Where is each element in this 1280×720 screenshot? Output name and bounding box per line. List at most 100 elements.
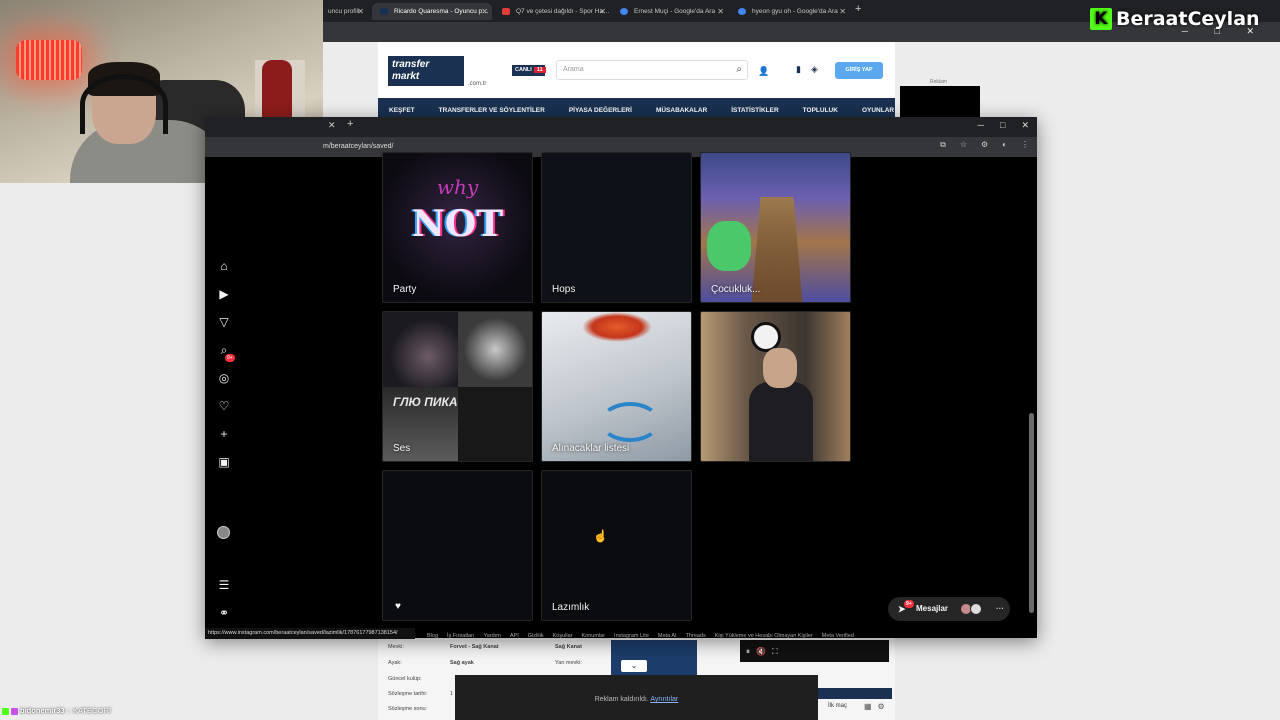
collection-label: Party (393, 284, 417, 295)
search-icon[interactable]: ⌕ (216, 342, 232, 358)
close-window-icon[interactable]: ✕ (1021, 120, 1029, 131)
detail-value: Sağ ayak (450, 660, 474, 666)
ad-removed-text: Reklam kaldırıldı. (594, 696, 649, 703)
mouse-pointer-icon: ☝ (593, 529, 608, 543)
background-tab[interactable]: Q7 ve çetesi dağıldı - Spor Ha… ✕ (494, 3, 610, 20)
ad-box[interactable] (900, 86, 980, 118)
background-tab-active[interactable]: Ricardo Quaresma - Oyuncu p… ✕ (372, 3, 492, 20)
close-icon[interactable]: ✕ (599, 3, 606, 20)
collection-party[interactable]: why NOT Party (382, 152, 533, 303)
detail-value: 1 (450, 691, 454, 697)
badge-icon (2, 707, 9, 715)
maximize-icon[interactable]: □ (1000, 120, 1005, 131)
bookmark-star-icon[interactable]: ☆ (960, 140, 967, 150)
ses-cover-4 (458, 387, 532, 461)
category-label: KATEGORİ (72, 706, 112, 715)
notifications-icon[interactable]: ♡ (216, 398, 232, 414)
nav-item[interactable]: PİYASA DEĞERLERİ (569, 107, 632, 114)
nav-item[interactable]: TOPLULUK (803, 107, 838, 114)
chevron-down-icon[interactable]: ⌄ (621, 660, 647, 672)
tab-title: hyeon gyu oh - Google'da Ara (752, 8, 838, 15)
video-player-controls[interactable]: ⏸🔇⛶ (740, 640, 889, 662)
footer-link[interactable]: Instagram Lite (614, 633, 649, 639)
dashboard-icon[interactable]: ▣ (216, 454, 232, 470)
scrollbar-thumb[interactable] (1029, 413, 1034, 613)
collection-hops[interactable]: Hops (541, 152, 692, 303)
tab-title: Ernest Muçi - Google'da Ara (634, 8, 716, 15)
background-tab[interactable]: hyeon gyu oh - Google'da Ara ✕ (730, 3, 850, 20)
nav-item[interactable]: TRANSFERLER VE SÖYLENTİLER (439, 107, 545, 114)
threads-icon[interactable]: ⚭ (216, 605, 232, 621)
collection-alinacaklar[interactable]: Alınacaklar listesi (541, 311, 692, 462)
profile-avatar[interactable] (217, 526, 230, 539)
close-icon[interactable]: ✕ (717, 3, 724, 20)
explore-icon[interactable]: ◎ (216, 370, 232, 386)
detail-value: Forvet - Sağ Kanat (450, 644, 499, 650)
live-badge[interactable]: CANLI 11 (512, 65, 546, 76)
transfermarkt-logo[interactable]: transfer markt .com.tr (388, 56, 486, 87)
install-app-icon[interactable]: ⧉ (940, 140, 946, 150)
footer-link[interactable]: Threads (686, 633, 706, 639)
close-icon[interactable]: ✕ (481, 3, 488, 20)
more-icon[interactable]: ··· (996, 597, 1004, 621)
close-icon[interactable]: ✕ (357, 3, 364, 20)
background-tab[interactable]: Ernest Muçi - Google'da Ara ✕ (612, 3, 728, 20)
search-input[interactable]: Arama ⌕ (556, 60, 748, 80)
footer-link[interactable]: Meta AI (658, 633, 677, 639)
nav-item[interactable]: KEŞFET (389, 107, 415, 114)
collection-untitled[interactable] (700, 311, 851, 462)
collection-cocukluk[interactable]: Çocukluk... (700, 152, 851, 303)
collection-label: Alınacaklar listesi (552, 443, 630, 454)
messages-icon[interactable]: ▽ (216, 314, 232, 330)
profile-icon[interactable]: ◐ (1002, 140, 1007, 150)
create-icon[interactable]: + (216, 426, 232, 442)
detail-label: Mevki: (388, 644, 404, 650)
home-icon[interactable]: ⌂ (216, 258, 232, 274)
ad-removed-banner: Reklam kaldırıldı. Ayrıntılar (455, 675, 818, 720)
address-icons: ⧉ ☆ ⚙ ◐ ⋮ (940, 140, 1029, 150)
chat-user: bidonemir33 (20, 706, 65, 715)
nav-item[interactable]: MÜSABAKALAR (656, 107, 707, 114)
footer-link[interactable]: Konumlar (582, 633, 606, 639)
man-suit (749, 382, 813, 461)
footer-link[interactable]: API (510, 633, 519, 639)
game-character (707, 221, 751, 271)
link-status-bar: https://www.instagram.com/beraatceylan/s… (205, 628, 415, 639)
footer-link[interactable]: Gizlilik (528, 633, 544, 639)
headphones (80, 74, 168, 134)
footer-link[interactable]: Meta Verified (822, 633, 854, 639)
reels-icon[interactable]: ▶ (216, 286, 232, 302)
user-icon[interactable]: 👤 (758, 66, 769, 77)
extensions-icon[interactable]: ⚙ (981, 140, 988, 150)
nav-item[interactable]: İSTATİSTİKLER (731, 107, 778, 114)
ses-art-text: ГЛЮ ПИКА (393, 395, 458, 409)
first-match-label[interactable]: İlk maç (828, 703, 847, 709)
ad-label: Reklam (930, 79, 947, 85)
grid-settings-icons[interactable]: ▦⚙ (864, 702, 891, 711)
new-tab-icon[interactable]: + (347, 118, 353, 130)
collection-ses[interactable]: ГЛЮ ПИКА Ses (382, 311, 533, 462)
login-button[interactable]: GİRİŞ YAP (835, 62, 883, 79)
close-tab-icon[interactable]: ✕ (328, 120, 336, 131)
detail-label: Sözleşme sonu: (388, 706, 428, 712)
footer-link[interactable]: İş Fırsatları (447, 633, 475, 639)
close-icon[interactable]: ✕ (839, 3, 846, 20)
collection-lazimlik[interactable]: Lazımlık (541, 470, 692, 621)
streamer-name: BeraatCeylan (1116, 8, 1260, 30)
search-icon[interactable]: ⌕ (736, 61, 742, 79)
bookmark-shield-icons[interactable]: ▮◈ (796, 64, 828, 75)
footer-link[interactable]: Yardım (484, 633, 501, 639)
messages-button[interactable]: ➤ 9+ Mesajlar ··· (888, 597, 1010, 621)
nav-item[interactable]: OYUNLAR (862, 107, 894, 114)
collection-liked[interactable]: ♥ (382, 470, 533, 621)
minimize-icon[interactable]: ─ (978, 120, 984, 131)
ad-details-link[interactable]: Ayrıntılar (650, 696, 678, 703)
kebab-menu-icon[interactable]: ⋮ (1021, 140, 1029, 150)
collection-label: Çocukluk... (711, 284, 761, 295)
footer-link[interactable]: Kişi Yükleme ve Hesabı Olmayan Kişiler (715, 633, 813, 639)
menu-icon[interactable]: ☰ (216, 577, 232, 593)
footer-link[interactable]: Koşullar (553, 633, 573, 639)
detail-label: Sözleşme tarihi: (388, 691, 428, 697)
footer-link[interactable]: Blog (427, 633, 438, 639)
new-tab-icon[interactable]: + (855, 3, 861, 15)
